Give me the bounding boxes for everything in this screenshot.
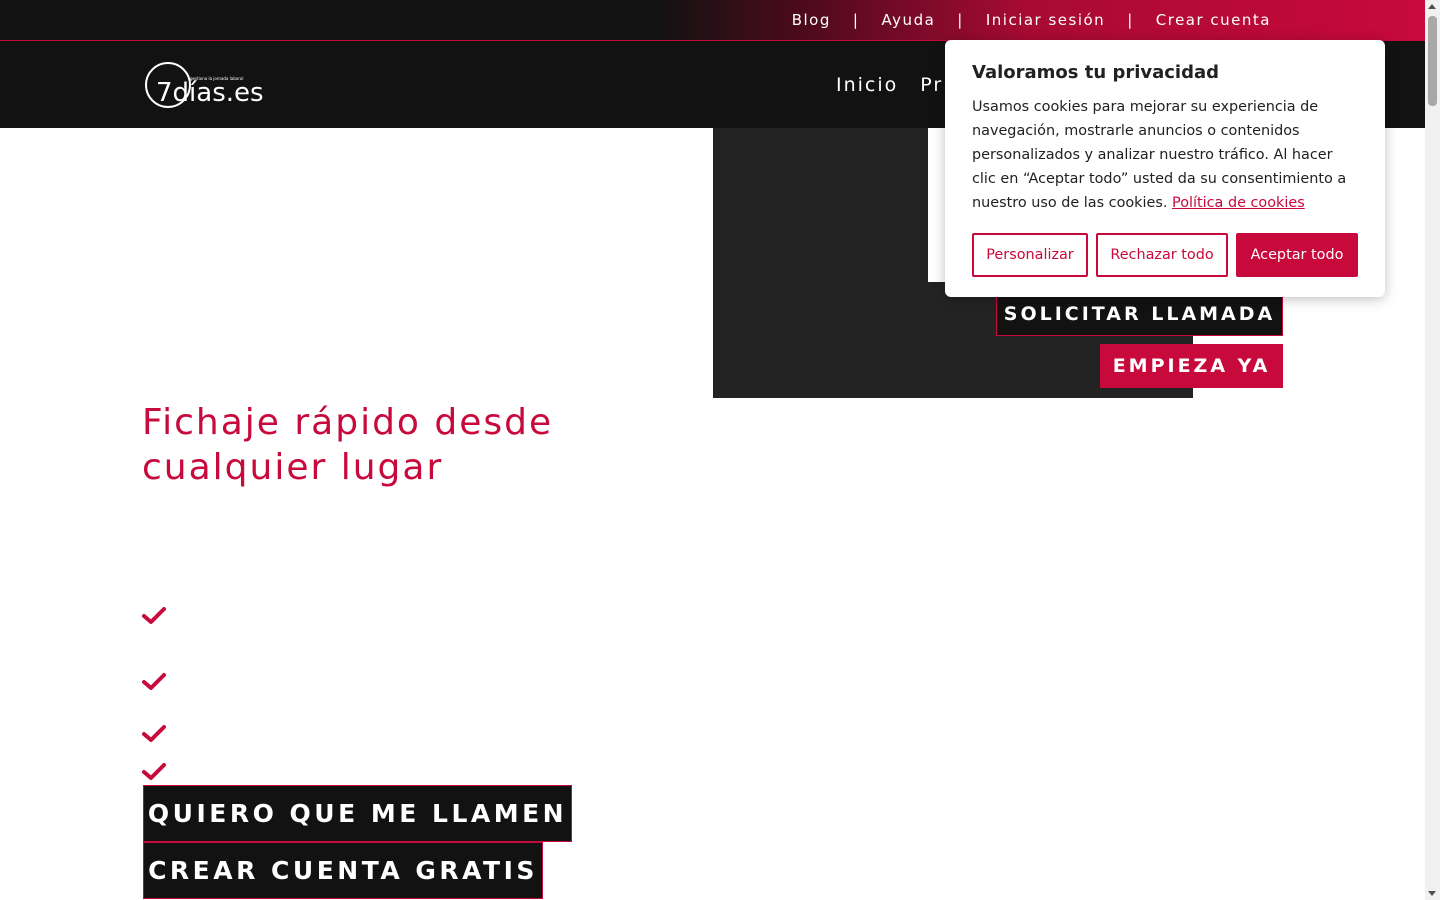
topbar-link-signup[interactable]: Crear cuenta [1156,11,1271,29]
request-call-button[interactable]: SOLICITAR LLAMADA [996,292,1283,336]
logo-graphic: 7días.es gestiona la jornada laboral [145,62,264,108]
nav-item-home[interactable]: Inicio [836,74,898,96]
call-me-button[interactable]: QUIERO QUE ME LLAMEN [143,785,572,842]
nav-item-products[interactable]: Pr [920,74,943,96]
start-now-button[interactable]: EMPIEZA YA [1100,344,1283,388]
accept-all-button[interactable]: Aceptar todo [1236,233,1358,277]
topbar-link-help[interactable]: Ayuda [881,11,935,29]
scroll-thumb[interactable] [1428,16,1437,106]
topbar-link-blog[interactable]: Blog [792,11,831,29]
topbar-separator: | [852,11,860,29]
svg-text:7días.es: 7días.es [156,78,264,108]
topbar-separator: | [957,11,964,29]
customize-button[interactable]: Personalizar [972,233,1088,277]
topbar-separator: | [1127,11,1134,29]
check-icon [142,607,166,624]
page-scrollbar[interactable] [1425,0,1440,900]
svg-text:gestiona la jornada laboral: gestiona la jornada laboral [190,76,243,81]
check-icon [142,725,166,742]
check-icon [142,673,166,690]
check-icon [142,763,166,780]
reject-all-button[interactable]: Rechazar todo [1096,233,1228,277]
create-free-account-button[interactable]: CREAR CUENTA GRATIS [143,842,543,899]
topbar-link-login[interactable]: Iniciar sesión [986,11,1105,29]
site-logo[interactable]: 7días.es gestiona la jornada laboral [144,61,266,111]
cookie-buttons: Personalizar Rechazar todo Aceptar todo [972,233,1358,277]
scroll-down-icon[interactable] [1428,891,1436,896]
top-utility-bar: Blog | Ayuda | Iniciar sesión | Crear cu… [0,0,1425,41]
scroll-up-icon[interactable] [1428,4,1436,9]
cookie-consent-dialog: Valoramos tu privacidad Usamos cookies p… [945,40,1385,297]
hero-title: Fichaje rápido desde cualquier lugar [142,402,554,488]
main-nav: Inicio Pr [836,41,943,128]
cookie-description: Usamos cookies para mejorar su experienc… [972,95,1358,215]
cookie-policy-link[interactable]: Política de cookies [1172,195,1305,211]
cookie-title: Valoramos tu privacidad [972,62,1220,83]
top-links: Blog | Ayuda | Iniciar sesión | Crear cu… [792,0,1271,40]
